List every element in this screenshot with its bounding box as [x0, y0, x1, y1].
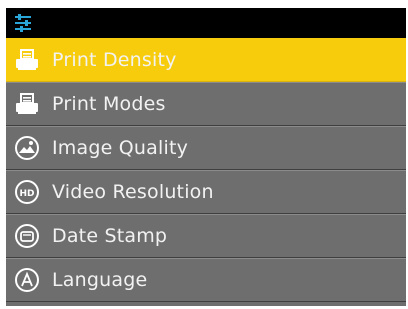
printer-icon — [12, 45, 42, 75]
date-stamp-icon — [12, 221, 42, 251]
hd-icon: HD — [12, 177, 42, 207]
menu-item-label: Image Quality — [52, 137, 189, 159]
landscape-image-icon — [12, 133, 42, 163]
menu-item-label: Print Density — [52, 49, 177, 71]
menu-item-print-modes[interactable]: Print Modes — [6, 82, 406, 126]
menu-item-label: Video Resolution — [52, 181, 214, 203]
top-bar — [6, 8, 406, 38]
svg-text:HD: HD — [19, 189, 34, 199]
menu-item-label: Language — [52, 269, 148, 291]
menu-item-print-density[interactable]: Print Density — [6, 38, 406, 82]
settings-sliders-icon[interactable] — [14, 14, 32, 32]
settings-menu-list: Print Density Print Modes Image Quality … — [6, 38, 406, 302]
menu-item-label: Print Modes — [52, 93, 166, 115]
menu-item-video-resolution[interactable]: HD Video Resolution — [6, 170, 406, 214]
language-a-icon — [12, 265, 42, 295]
camera-menu-screen: Print Density Print Modes Image Quality … — [6, 8, 406, 306]
menu-item-image-quality[interactable]: Image Quality — [6, 126, 406, 170]
printer-icon — [12, 89, 42, 119]
menu-item-label: Date Stamp — [52, 225, 168, 247]
menu-item-date-stamp[interactable]: Date Stamp — [6, 214, 406, 258]
menu-item-language[interactable]: Language — [6, 258, 406, 302]
